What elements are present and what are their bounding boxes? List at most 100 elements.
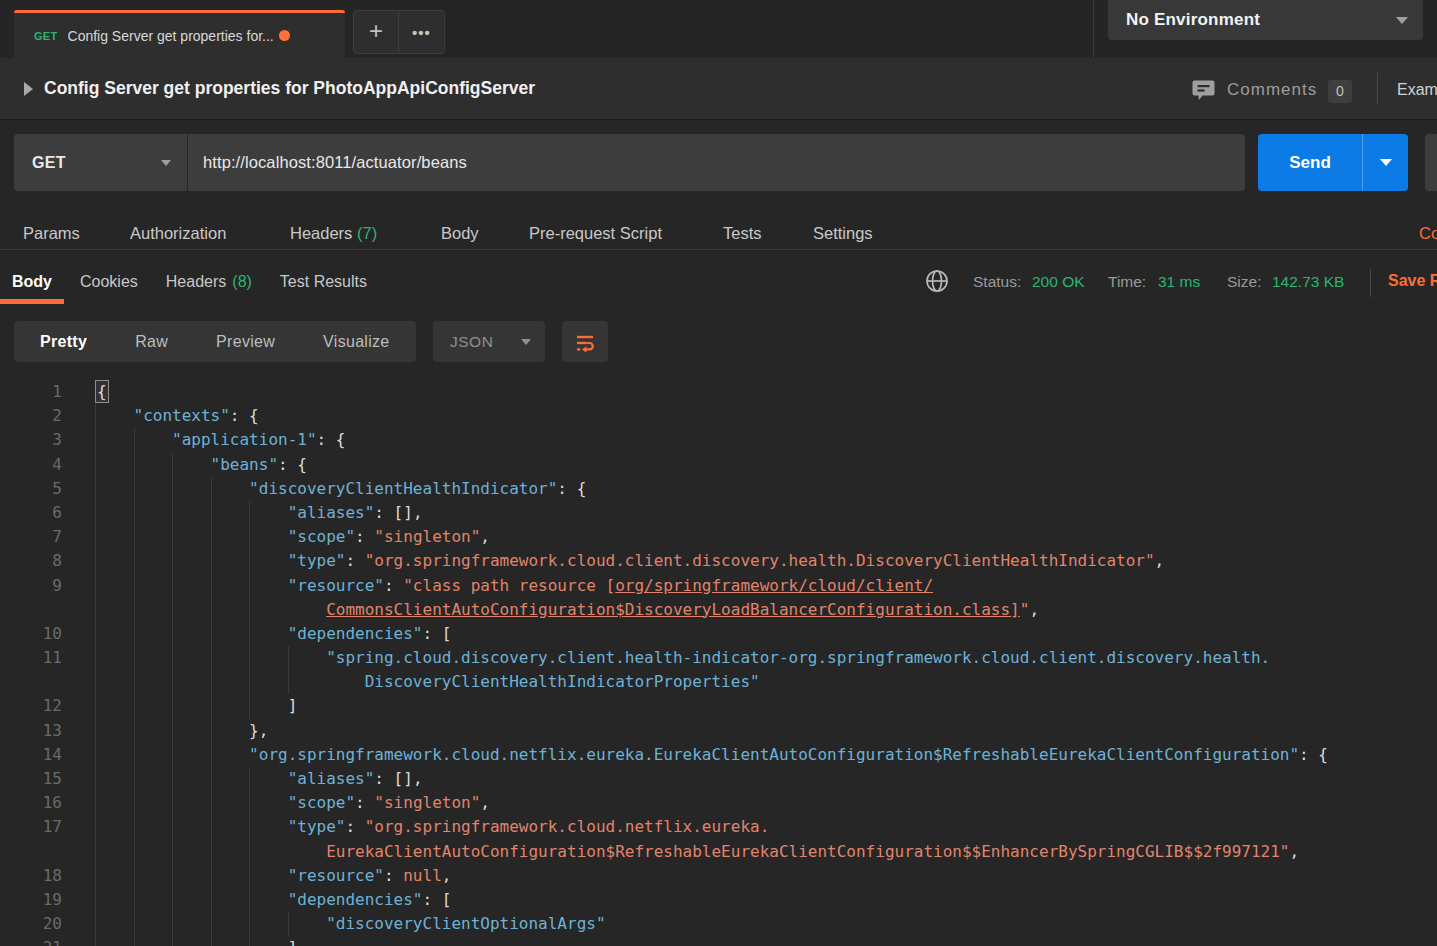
request-tab-headers[interactable]: Headers (7) <box>290 225 377 242</box>
line-number: 18 <box>0 864 62 888</box>
line-number: 13 <box>0 719 62 743</box>
more-tabs-button[interactable]: ••• <box>399 11 444 53</box>
request-builder: GET http://localhost:8011/actuator/beans… <box>0 121 1437 250</box>
tab-actions: + ••• <box>353 10 445 54</box>
view-mode-group: PrettyRawPreviewVisualize <box>14 321 416 362</box>
line-number: 16 <box>0 791 62 815</box>
response-body-editor[interactable]: 1{2"contexts": {3"application-1": {4"bea… <box>0 372 1437 946</box>
size-label: Size: <box>1227 273 1261 291</box>
line-number: 15 <box>0 767 62 791</box>
code-line: 16"scope": "singleton", <box>0 791 1437 815</box>
url-bar: GET http://localhost:8011/actuator/beans <box>14 134 1245 191</box>
request-tab-settings[interactable]: Settings <box>813 225 873 242</box>
globe-icon <box>925 269 949 293</box>
response-tab-headers[interactable]: Headers(8) <box>154 251 264 312</box>
code-line: 5"discoveryClientHealthIndicator": { <box>0 477 1437 501</box>
save-response-button[interactable]: Save Response <box>1388 272 1437 290</box>
view-mode-raw[interactable]: Raw <box>111 333 192 351</box>
request-tab-body[interactable]: Body <box>441 225 479 242</box>
postman-app: GET Config Server get properties for... … <box>0 0 1437 946</box>
comments-button[interactable]: Comments <box>1227 80 1317 100</box>
examples-button[interactable]: Examples <box>1397 81 1437 99</box>
chevron-down-icon <box>521 339 531 345</box>
code-line: 2"contexts": { <box>0 404 1437 428</box>
unsaved-changes-dot <box>279 30 290 41</box>
save-button-clipped[interactable] <box>1425 134 1437 191</box>
code-line: 4"beans": { <box>0 453 1437 477</box>
line-number: 17 <box>0 815 62 839</box>
divider <box>1377 73 1378 105</box>
status-value[interactable]: 200 OK <box>1032 273 1085 291</box>
code-line-wrap: DiscoveryClientHealthIndicatorProperties… <box>0 670 1437 694</box>
request-tab[interactable]: GET Config Server get properties for... <box>14 10 345 58</box>
comments-count-badge: 0 <box>1328 80 1352 103</box>
language-selector[interactable]: JSON <box>433 321 545 362</box>
tab-method-label: GET <box>34 30 58 42</box>
wrap-lines-button[interactable] <box>562 321 608 362</box>
divider <box>1093 0 1094 58</box>
response-tab-cookies[interactable]: Cookies <box>68 251 150 312</box>
line-number: 12 <box>0 694 62 718</box>
send-options-button[interactable] <box>1363 134 1408 191</box>
comment-icon <box>1191 77 1216 102</box>
chevron-down-icon <box>1396 17 1408 24</box>
line-number: 14 <box>0 743 62 767</box>
chevron-down-icon <box>1380 159 1392 166</box>
request-title: Config Server get properties for PhotoAp… <box>44 78 535 99</box>
new-tab-button[interactable]: + <box>354 11 399 53</box>
response-tab-test-results[interactable]: Test Results <box>268 251 379 312</box>
code-line: 15"aliases": [], <box>0 767 1437 791</box>
cookies-link[interactable]: Cookies <box>1419 225 1437 242</box>
response-tab-body[interactable]: Body <box>0 251 64 312</box>
code-line: 14"org.springframework.cloud.netflix.eur… <box>0 743 1437 767</box>
line-number: 3 <box>0 428 62 452</box>
request-tab-authorization[interactable]: Authorization <box>130 225 226 242</box>
line-number: 4 <box>0 453 62 477</box>
size-value[interactable]: 142.73 KB <box>1272 273 1344 291</box>
code-line: 21] <box>0 936 1437 946</box>
code-line: 20"discoveryClientOptionalArgs" <box>0 912 1437 936</box>
line-number: 20 <box>0 912 62 936</box>
count-badge: (8) <box>232 273 252 291</box>
view-mode-preview[interactable]: Preview <box>192 333 299 351</box>
code-line: 9"resource": "class path resource [org/s… <box>0 574 1437 598</box>
code-line: 18"resource": null, <box>0 864 1437 888</box>
request-tab-params[interactable]: Params <box>23 225 80 242</box>
url-input[interactable]: http://localhost:8011/actuator/beans <box>188 153 467 172</box>
code-line: 1{ <box>0 380 1437 404</box>
request-title-row: Config Server get properties for PhotoAp… <box>0 58 1437 120</box>
request-tab-pre-request-script[interactable]: Pre-request Script <box>529 225 662 242</box>
code-line: 19"dependencies": [ <box>0 888 1437 912</box>
tab-strip: GET Config Server get properties for... … <box>0 0 1437 58</box>
code-line: 8"type": "org.springframework.cloud.clie… <box>0 549 1437 573</box>
line-number: 9 <box>0 574 62 598</box>
response-view-bar: PrettyRawPreviewVisualize JSON <box>0 312 1437 372</box>
code-line: 6"aliases": [], <box>0 501 1437 525</box>
line-number: 10 <box>0 622 62 646</box>
line-number: 5 <box>0 477 62 501</box>
divider <box>1370 269 1371 297</box>
collapse-arrow-icon[interactable] <box>24 82 33 96</box>
plus-icon: + <box>369 19 383 43</box>
view-mode-visualize[interactable]: Visualize <box>299 333 413 351</box>
request-tab-tests[interactable]: Tests <box>723 225 762 242</box>
code-line: 11"spring.cloud.discovery.client.health-… <box>0 646 1437 670</box>
code-line: 10"dependencies": [ <box>0 622 1437 646</box>
code-line: 12] <box>0 694 1437 718</box>
line-number: 19 <box>0 888 62 912</box>
tab-title: Config Server get properties for... <box>68 28 274 44</box>
line-number: 6 <box>0 501 62 525</box>
line-number: 21 <box>0 936 62 946</box>
status-label: Status: <box>973 273 1021 291</box>
chevron-down-icon <box>161 160 171 166</box>
time-label: Time: <box>1108 273 1146 291</box>
time-value[interactable]: 31 ms <box>1158 273 1200 291</box>
line-number: 1 <box>0 380 62 404</box>
response-tabs: BodyCookiesHeaders(8)Test Results <box>0 251 383 312</box>
view-mode-pretty[interactable]: Pretty <box>16 333 111 351</box>
send-button[interactable]: Send <box>1258 134 1408 191</box>
method-selector[interactable]: GET <box>14 134 188 191</box>
environment-selector[interactable]: No Environment <box>1108 0 1423 40</box>
line-number: 7 <box>0 525 62 549</box>
code-line: 17"type": "org.springframework.cloud.net… <box>0 815 1437 839</box>
